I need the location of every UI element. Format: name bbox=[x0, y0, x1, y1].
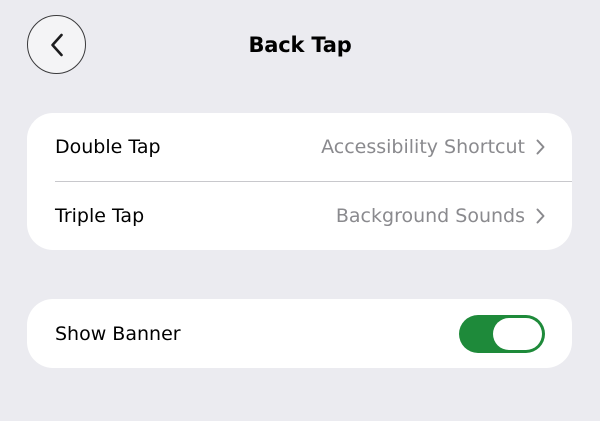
double-tap-row[interactable]: Double Tap Accessibility Shortcut bbox=[27, 113, 572, 181]
banner-settings-group: Show Banner bbox=[27, 299, 572, 368]
show-banner-row: Show Banner bbox=[27, 299, 572, 368]
double-tap-value: Accessibility Shortcut bbox=[321, 136, 525, 158]
toggle-knob bbox=[493, 317, 542, 350]
chevron-right-icon bbox=[536, 208, 545, 224]
double-tap-label: Double Tap bbox=[55, 136, 161, 158]
show-banner-toggle[interactable] bbox=[459, 314, 545, 353]
page-title: Back Tap bbox=[248, 33, 352, 57]
triple-tap-row[interactable]: Triple Tap Background Sounds bbox=[27, 182, 572, 250]
show-banner-label: Show Banner bbox=[55, 322, 181, 345]
tap-actions-group: Double Tap Accessibility Shortcut Triple… bbox=[27, 113, 572, 250]
navigation-bar: Back Tap bbox=[0, 0, 600, 92]
triple-tap-value: Background Sounds bbox=[335, 205, 525, 227]
triple-tap-label: Triple Tap bbox=[55, 205, 145, 227]
chevron-right-icon bbox=[536, 139, 545, 155]
